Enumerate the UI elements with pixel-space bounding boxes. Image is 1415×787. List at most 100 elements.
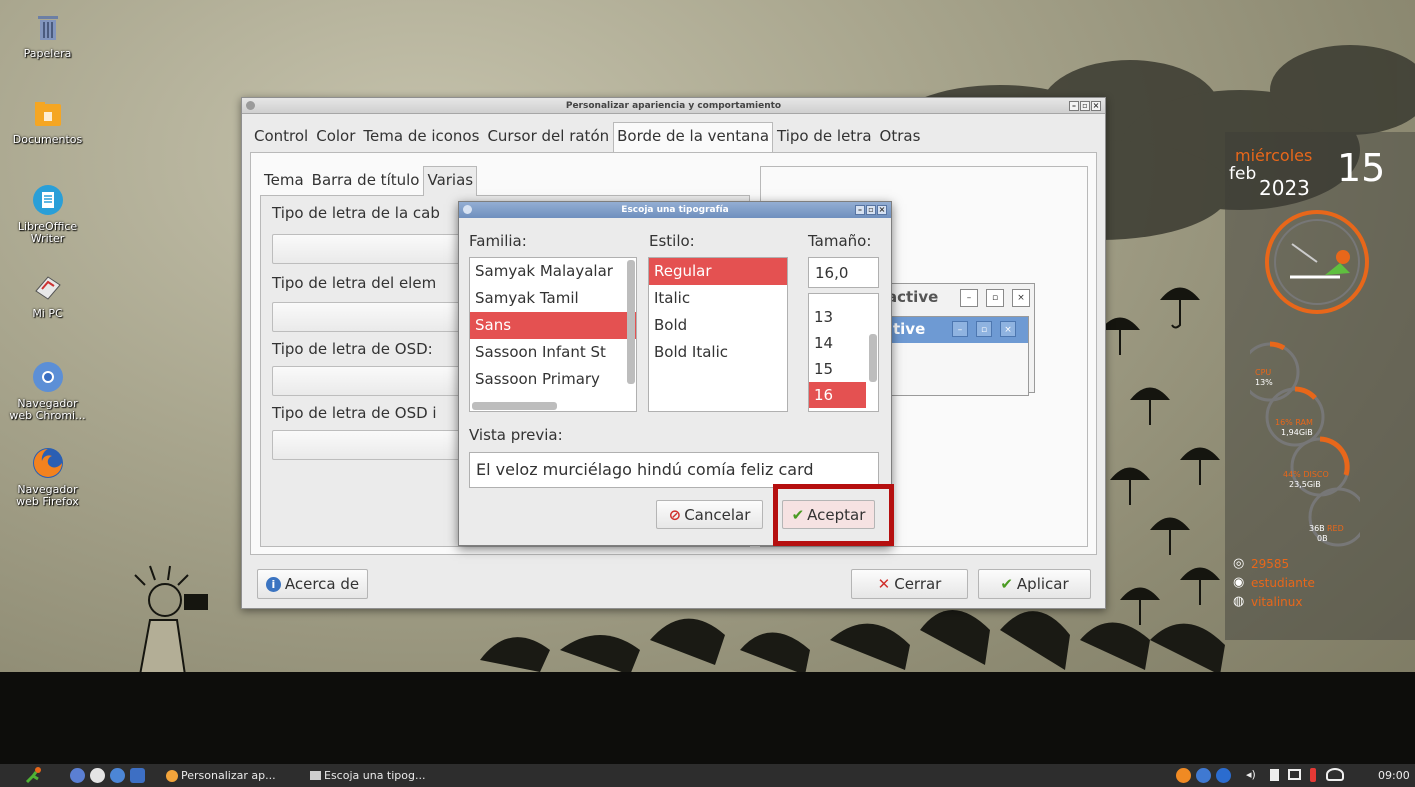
task-appearance-label: Personalizar ap... <box>181 769 276 782</box>
taskbar-clock[interactable]: 09:00 <box>1378 769 1410 782</box>
family-vscrollbar[interactable] <box>627 260 635 384</box>
desktop-icon-chromium[interactable]: Navegador web Chromi... <box>0 360 95 422</box>
dialog-close-button[interactable]: × <box>877 205 887 215</box>
style-list[interactable]: Regular Italic Bold Bold Italic <box>648 257 788 412</box>
cancel-button[interactable]: ⊘ Cancelar <box>656 500 763 529</box>
tray-app-icon-1[interactable] <box>1176 768 1191 783</box>
cpu-label: CPU <box>1255 368 1272 377</box>
dialog-minimize-button[interactable]: – <box>855 205 865 215</box>
desktop-icon-trash[interactable]: Papelera <box>0 10 95 60</box>
dialog-menu-icon[interactable] <box>463 205 472 214</box>
family-item[interactable]: Samyak Tamil <box>470 285 636 312</box>
host-value: vitalinux <box>1251 595 1303 609</box>
about-button[interactable]: i Acerca de <box>257 569 368 599</box>
ram-label: 16% RAM <box>1275 418 1313 427</box>
launcher-desktop-icon[interactable] <box>130 768 145 783</box>
maximize-button[interactable]: ▫ <box>1080 101 1090 111</box>
start-menu-icon[interactable] <box>24 766 44 785</box>
family-label: Familia: <box>469 232 527 250</box>
osd-font-label: Tipo de letra de OSD: <box>272 340 433 358</box>
size-item-selected[interactable]: 16 <box>809 382 866 408</box>
preview-inactive-title: active <box>887 288 939 306</box>
tab-color[interactable]: Color <box>312 122 359 152</box>
launcher-files-icon[interactable] <box>70 768 85 783</box>
tab-window-border[interactable]: Borde de la ventana <box>613 122 774 152</box>
size-list[interactable]: 13 14 15 16 <box>808 293 879 412</box>
desktop-icon-firefox[interactable]: Navegador web Firefox <box>0 446 95 508</box>
window-titlebar[interactable]: Personalizar apariencia y comportamiento… <box>242 98 1105 114</box>
conky-year: 2023 <box>1259 176 1310 200</box>
size-item[interactable]: 15 <box>809 356 878 382</box>
system-monitor-widget: miércoles feb 2023 15 CPU 13% 16% RAM 1,… <box>1225 132 1415 640</box>
desktop-icon-documents[interactable]: Documentos <box>0 96 95 146</box>
launcher-writer-icon[interactable] <box>110 768 125 783</box>
preview-active-close-icon: × <box>1000 321 1016 337</box>
launcher-chromium-icon[interactable] <box>90 768 105 783</box>
menu-font-label: Tipo de letra del elem <box>272 274 437 292</box>
style-item[interactable]: Bold Italic <box>649 339 787 366</box>
family-hscrollbar[interactable] <box>472 402 557 410</box>
family-list[interactable]: Samyak Malayalar Samyak Tamil Sans Sasso… <box>469 257 637 412</box>
net-label: RED <box>1327 524 1344 533</box>
firefox-icon <box>31 446 65 480</box>
tray-app-icon-3[interactable] <box>1216 768 1231 783</box>
minimize-button[interactable]: – <box>1069 101 1079 111</box>
style-label: Estilo: <box>649 232 695 250</box>
battery-icon[interactable] <box>1270 769 1279 781</box>
usb-icon[interactable] <box>1310 768 1316 782</box>
computer-icon <box>31 270 65 304</box>
desktop-icon-mypc[interactable]: Mi PC <box>0 270 95 320</box>
task-font-dialog[interactable]: Escoja una tipog... <box>310 767 426 784</box>
size-label: Tamaño: <box>808 232 872 250</box>
size-vscrollbar[interactable] <box>869 334 877 382</box>
preview-close-icon: × <box>1012 289 1030 307</box>
close-button[interactable]: ✕ Cerrar <box>851 569 968 599</box>
size-item[interactable]: 14 <box>809 330 878 356</box>
subtab-misc[interactable]: Varias <box>423 166 478 196</box>
network-icon[interactable] <box>1326 768 1344 781</box>
task-appearance[interactable]: Personalizar ap... <box>166 767 276 784</box>
tab-icon-theme[interactable]: Tema de iconos <box>359 122 483 152</box>
tab-control[interactable]: Control <box>250 122 312 152</box>
preview-text-field[interactable]: El veloz murciélago hindú comía feliz ca… <box>469 452 879 488</box>
subtab-theme[interactable]: Tema <box>260 166 308 196</box>
close-window-button[interactable]: × <box>1091 101 1101 111</box>
tab-font[interactable]: Tipo de letra <box>773 122 876 152</box>
display-icon[interactable] <box>1288 769 1301 780</box>
subtab-title-bar[interactable]: Barra de título <box>308 166 424 196</box>
window-menu-icon[interactable] <box>246 101 255 110</box>
desktop-icon-writer[interactable]: LibreOffice Writer <box>0 183 95 245</box>
checkmark-icon: ✔ <box>1000 575 1013 593</box>
preview-label: Vista previa: <box>469 426 563 444</box>
close-label: Cerrar <box>894 575 942 593</box>
dialog-maximize-button[interactable]: ▫ <box>866 205 876 215</box>
user-icon: ◉ <box>1233 575 1245 590</box>
family-item[interactable]: Sassoon Primary <box>470 366 636 393</box>
volume-icon[interactable]: ◂) <box>1246 768 1256 781</box>
main-tabs: Control Color Tema de iconos Cursor del … <box>250 122 924 152</box>
family-item-selected[interactable]: Sans <box>470 312 636 339</box>
apply-button[interactable]: ✔ Aplicar <box>978 569 1091 599</box>
desktop-icon-label-line2: web Firefox <box>16 495 79 508</box>
dialog-title: Escoja una tipografía <box>621 205 729 215</box>
family-item[interactable]: Samyak Malayalar <box>470 258 636 285</box>
size-entry[interactable]: 16,0 <box>808 257 879 288</box>
net-up: 36B <box>1309 524 1325 533</box>
trash-icon <box>31 10 65 44</box>
style-item[interactable]: Bold <box>649 312 787 339</box>
task-font-dialog-label: Escoja una tipog... <box>324 769 426 782</box>
tab-other[interactable]: Otras <box>876 122 925 152</box>
style-item-selected[interactable]: Regular <box>649 258 787 285</box>
disk-label: 44% DISCO <box>1283 470 1329 479</box>
desktop-icon-label-line2: Writer <box>30 232 65 245</box>
size-item[interactable]: 13 <box>809 304 878 330</box>
family-item[interactable]: Sassoon Infant St <box>470 339 636 366</box>
clock-gauge <box>1265 210 1369 314</box>
tray-app-icon-2[interactable] <box>1196 768 1211 783</box>
tab-mouse-cursor[interactable]: Cursor del ratón <box>483 122 613 152</box>
title-font-label: Tipo de letra de la cab <box>272 204 440 222</box>
dialog-titlebar[interactable]: Escoja una tipografía – ▫ × <box>459 202 891 218</box>
desktop-icon-label: Mi PC <box>32 307 63 320</box>
conky-month: feb <box>1229 164 1257 184</box>
style-item[interactable]: Italic <box>649 285 787 312</box>
